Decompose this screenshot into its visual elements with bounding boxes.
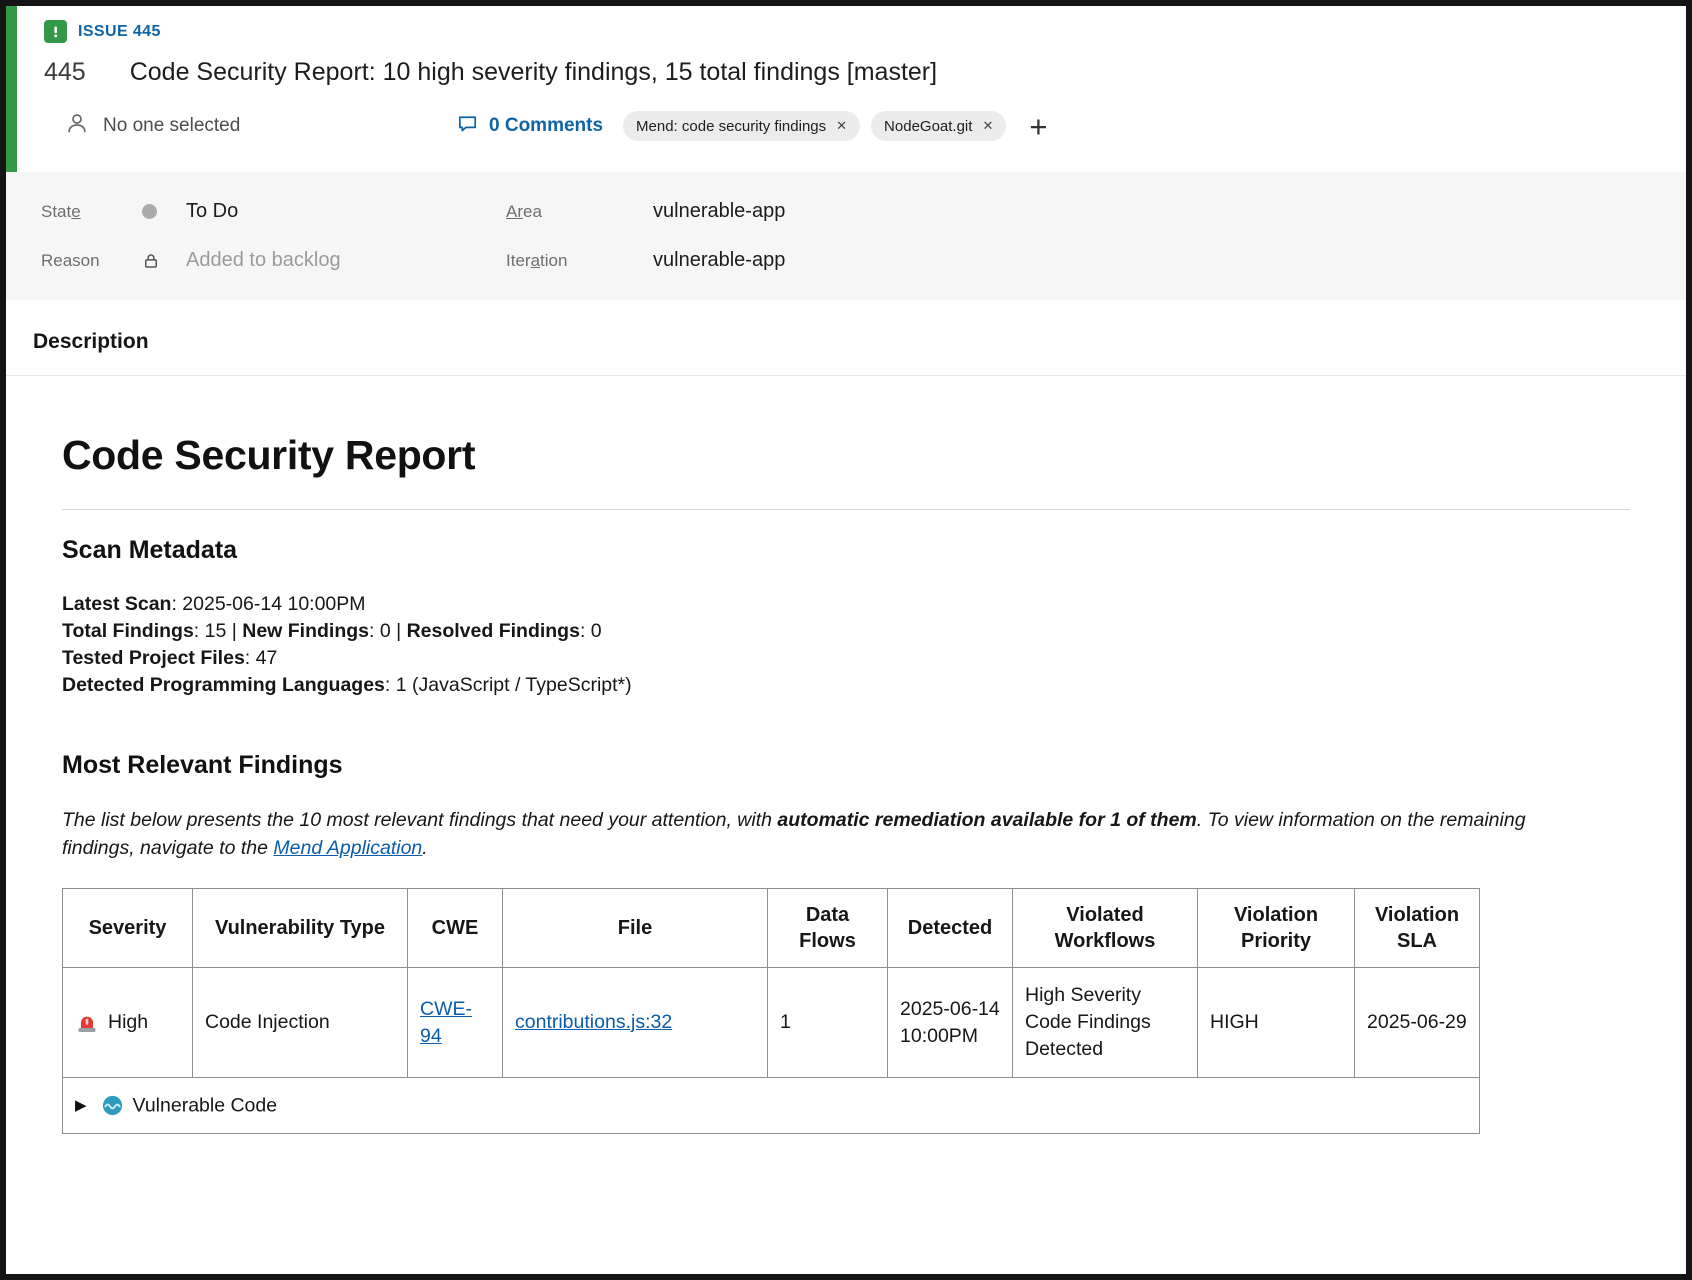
issue-type-icon: [44, 20, 67, 43]
state-dot-icon: [142, 204, 186, 219]
add-tag-button[interactable]: +: [1029, 111, 1047, 142]
work-item-header: ISSUE 445 445 Code Security Report: 10 h…: [6, 6, 1686, 172]
type-row: ISSUE 445: [44, 20, 1686, 43]
state-field-label: State: [41, 202, 142, 222]
tag-pill[interactable]: Mend: code security findings ✕: [623, 111, 860, 141]
violation-sla-cell: 2025-06-29: [1355, 968, 1480, 1078]
vulnerable-code-toggle[interactable]: ▶ Vulnerable Code: [63, 1078, 1480, 1134]
most-relevant-findings-heading: Most Relevant Findings: [62, 751, 1630, 780]
speech-bubble-icon: [456, 112, 479, 141]
finding-row: High Code Injection CWE-94 contributions…: [63, 968, 1480, 1078]
severity-label: High: [108, 1011, 148, 1033]
lock-icon: [142, 252, 186, 270]
file-link[interactable]: contributions.js:32: [515, 1011, 672, 1033]
issue-accent-bar: [6, 6, 17, 172]
tag-label: NodeGoat.git: [884, 118, 972, 135]
state-value[interactable]: To Do: [186, 200, 238, 223]
column-header-file: File: [503, 889, 768, 968]
title-row: 445 Code Security Report: 10 high severi…: [44, 58, 1686, 87]
column-header-vulnerability-type: Vulnerability Type: [193, 889, 408, 968]
plus-icon: +: [1029, 109, 1047, 144]
fields-column-left: State To Do Reason Added to backlog: [41, 187, 506, 300]
scan-metadata-heading: Scan Metadata: [62, 536, 1630, 565]
description-content: Code Security Report Scan Metadata Lates…: [6, 376, 1686, 1134]
rotating-light-icon: [75, 1011, 99, 1035]
description-section-heading: Description: [6, 300, 1686, 376]
tag-list: Mend: code security findings ✕ NodeGoat.…: [623, 111, 1047, 142]
reason-field-label: Reason: [41, 251, 142, 271]
fields-section: State To Do Reason Added to backlog Area…: [6, 172, 1686, 300]
assignee-label: No one selected: [103, 115, 240, 137]
violation-priority-cell: HIGH: [1198, 968, 1355, 1078]
table-header-row: Severity Vulnerability Type CWE File Dat…: [63, 889, 1480, 968]
languages-line: Detected Programming Languages: 1 (JavaS…: [62, 672, 1630, 699]
meta-row: No one selected 0 Comments Mend: code se…: [44, 110, 1686, 142]
cwe-cell: CWE-94: [408, 968, 503, 1078]
comments-label: 0 Comments: [489, 115, 603, 137]
horizontal-rule: [62, 509, 1630, 510]
vulnerable-code-label[interactable]: Vulnerable Code: [133, 1094, 278, 1116]
column-header-detected: Detected: [888, 889, 1013, 968]
file-cell: contributions.js:32: [503, 968, 768, 1078]
severity-cell: High: [63, 968, 193, 1078]
findings-counts-line: Total Findings: 15 | New Findings: 0 | R…: [62, 618, 1630, 645]
column-header-violation-sla: Violation SLA: [1355, 889, 1480, 968]
tag-label: Mend: code security findings: [636, 118, 826, 135]
reason-value[interactable]: Added to backlog: [186, 249, 341, 272]
latest-scan-line: Latest Scan: 2025-06-14 10:00PM: [62, 591, 1630, 618]
issue-id: 445: [44, 58, 86, 87]
data-flows-cell: 1: [768, 968, 888, 1078]
column-header-data-flows: Data Flows: [768, 889, 888, 968]
issue-title-field[interactable]: Code Security Report: 10 high severity f…: [130, 58, 937, 87]
area-value[interactable]: vulnerable-app: [653, 200, 785, 223]
cwe-link[interactable]: CWE-94: [420, 998, 472, 1047]
reason-field: Reason Added to backlog: [41, 236, 506, 285]
comments-button[interactable]: 0 Comments: [456, 112, 603, 141]
violated-workflows-cell: High Severity Code Findings Detected: [1013, 968, 1198, 1078]
expand-triangle-icon[interactable]: ▶: [75, 1097, 87, 1114]
person-icon: [64, 110, 90, 142]
scan-metadata-block: Latest Scan: 2025-06-14 10:00PM Total Fi…: [62, 591, 1630, 699]
state-field: State To Do: [41, 187, 506, 236]
area-field-label: Area: [506, 202, 653, 222]
column-header-violated-workflows: Violated Workflows: [1013, 889, 1198, 968]
water-wave-icon: [101, 1094, 124, 1117]
iteration-field-label: Iteration: [506, 251, 653, 271]
assignee-picker[interactable]: No one selected: [64, 110, 456, 142]
remove-tag-icon[interactable]: ✕: [982, 118, 993, 134]
column-header-severity: Severity: [63, 889, 193, 968]
detected-cell: 2025-06-14 10:00PM: [888, 968, 1013, 1078]
iteration-value[interactable]: vulnerable-app: [653, 249, 785, 272]
work-item-view: ISSUE 445 445 Code Security Report: 10 h…: [0, 0, 1692, 1280]
findings-intro: The list below presents the 10 most rele…: [62, 806, 1567, 862]
mend-application-link[interactable]: Mend Application: [273, 837, 422, 859]
findings-table: Severity Vulnerability Type CWE File Dat…: [62, 888, 1480, 1134]
tag-pill[interactable]: NodeGoat.git ✕: [871, 111, 1006, 141]
column-header-cwe: CWE: [408, 889, 503, 968]
fields-column-right: Area vulnerable-app Iteration vulnerable…: [506, 187, 785, 300]
remove-tag-icon[interactable]: ✕: [836, 118, 847, 134]
tested-files-line: Tested Project Files: 47: [62, 645, 1630, 672]
column-header-violation-priority: Violation Priority: [1198, 889, 1355, 968]
iteration-field: Iteration vulnerable-app: [506, 236, 785, 285]
vulnerability-type-cell: Code Injection: [193, 968, 408, 1078]
vulnerable-code-row: ▶ Vulnerable Code: [63, 1078, 1480, 1134]
issue-type-label[interactable]: ISSUE 445: [78, 23, 161, 41]
report-title: Code Security Report: [62, 432, 1630, 479]
area-field: Area vulnerable-app: [506, 187, 785, 236]
